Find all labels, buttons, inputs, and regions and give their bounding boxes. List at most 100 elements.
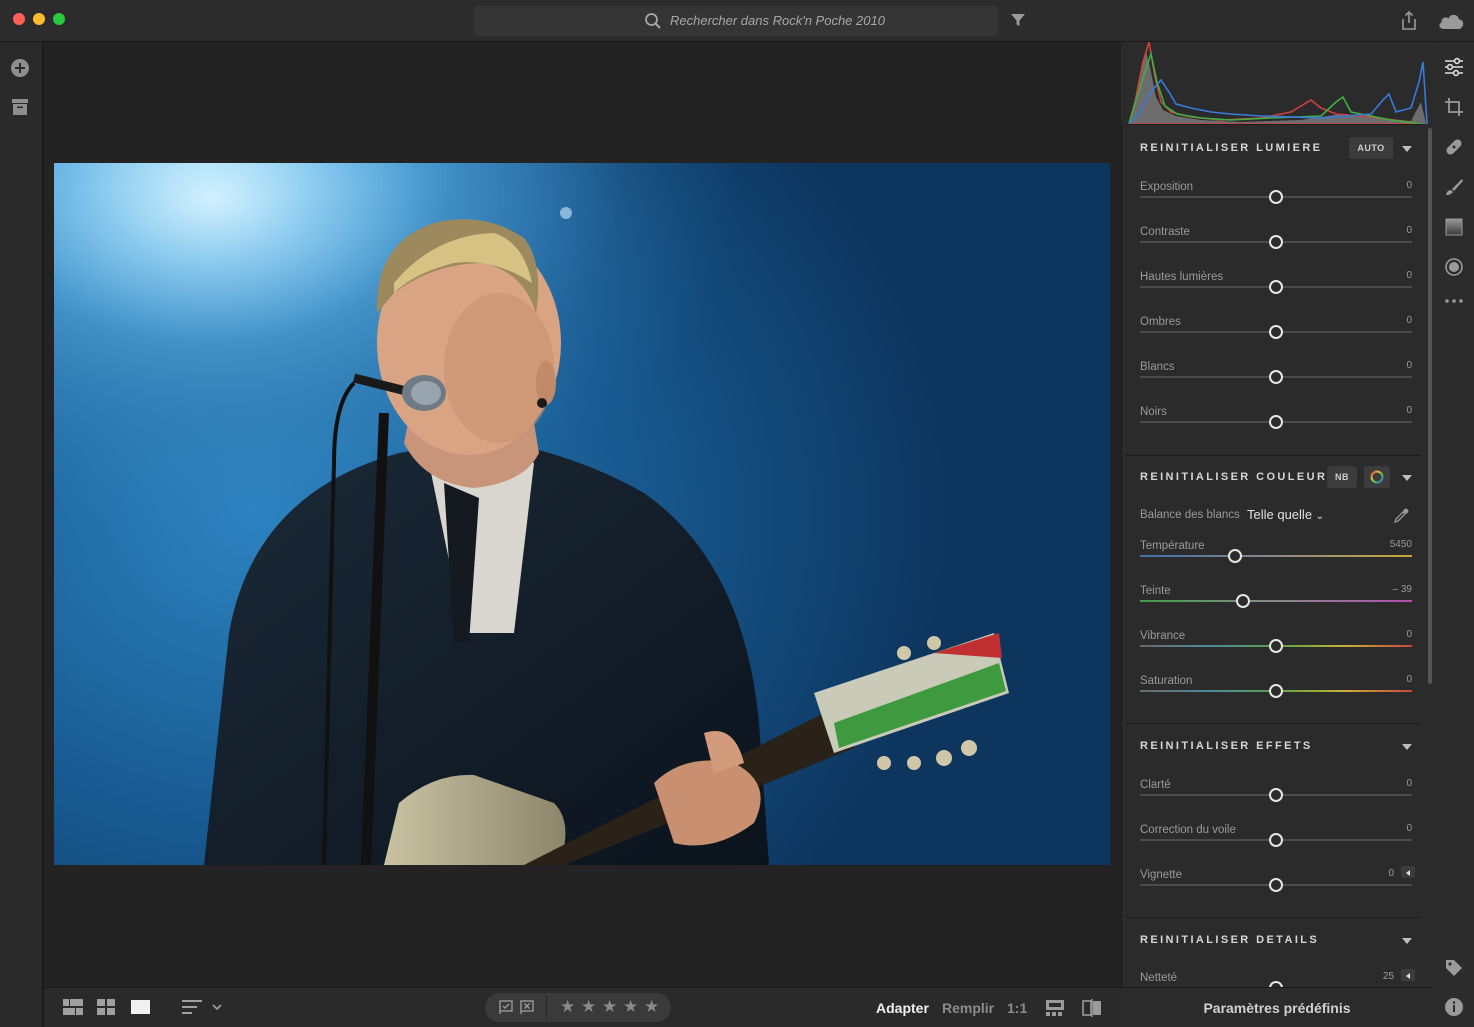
chevron-down-icon: ⌄ bbox=[1315, 511, 1325, 522]
blancs-slider-handle[interactable] bbox=[1269, 370, 1283, 384]
ombres-slider-handle[interactable] bbox=[1269, 325, 1283, 339]
section-divider bbox=[1125, 124, 1421, 125]
section-divider bbox=[1125, 917, 1421, 918]
eyedropper-icon[interactable] bbox=[1393, 507, 1410, 524]
contraste-label: Contraste bbox=[1140, 226, 1190, 238]
saturation-label: Saturation bbox=[1140, 675, 1193, 687]
cloud-icon[interactable] bbox=[1437, 12, 1465, 30]
share-icon[interactable] bbox=[1400, 11, 1418, 31]
color-collapse-icon[interactable] bbox=[1401, 474, 1413, 482]
flag-pick-icon[interactable] bbox=[499, 1000, 513, 1014]
square-grid-view-icon[interactable] bbox=[97, 999, 115, 1015]
window-minimize-button[interactable] bbox=[33, 13, 45, 25]
clarte-label: Clarté bbox=[1140, 779, 1171, 791]
ombres-value[interactable]: 0 bbox=[1406, 315, 1412, 326]
saturation-value[interactable]: 0 bbox=[1406, 674, 1412, 685]
library-icon[interactable] bbox=[11, 98, 29, 116]
brush-icon[interactable] bbox=[1444, 177, 1464, 197]
hautes-lumieres-slider-handle[interactable] bbox=[1269, 280, 1283, 294]
clarte-slider-handle[interactable] bbox=[1269, 788, 1283, 802]
teinte-label: Teinte bbox=[1140, 585, 1171, 597]
panel-scrollbar[interactable] bbox=[1428, 128, 1432, 684]
bw-button[interactable]: NB bbox=[1327, 466, 1357, 488]
clarte-value[interactable]: 0 bbox=[1406, 778, 1412, 789]
detail-view-icon[interactable] bbox=[131, 999, 150, 1015]
blancs-value[interactable]: 0 bbox=[1406, 360, 1412, 371]
correction-du-voile-label: Correction du voile bbox=[1140, 824, 1236, 836]
compare-view-icon[interactable] bbox=[1082, 999, 1102, 1017]
effects-section-title[interactable]: REINITIALISER EFFETS bbox=[1140, 740, 1313, 752]
hautes-lumieres-label: Hautes lumières bbox=[1140, 271, 1224, 283]
teinte-slider-track[interactable] bbox=[1140, 600, 1412, 602]
noirs-value[interactable]: 0 bbox=[1406, 405, 1412, 416]
crop-icon[interactable] bbox=[1444, 97, 1464, 117]
contraste-slider-handle[interactable] bbox=[1269, 235, 1283, 249]
noirs-label: Noirs bbox=[1140, 406, 1167, 418]
add-photos-icon[interactable] bbox=[10, 58, 30, 78]
details-section-title[interactable]: REINITIALISER DETAILS bbox=[1140, 934, 1319, 946]
correction-du-voile-slider-handle[interactable] bbox=[1269, 833, 1283, 847]
temperature-value[interactable]: 5450 bbox=[1390, 539, 1412, 550]
nettete-expand-icon[interactable] bbox=[1401, 969, 1415, 981]
zoom-1to1-button[interactable]: 1:1 bbox=[1007, 1000, 1027, 1016]
bottom-toolbar: ★ ★ ★ ★ ★ Adapter Remplir 1:1 bbox=[44, 987, 1121, 1027]
effects-collapse-icon[interactable] bbox=[1401, 743, 1413, 751]
white-balance-select[interactable]: Telle quelle ⌄ bbox=[1247, 507, 1324, 522]
correction-du-voile-value[interactable]: 0 bbox=[1406, 823, 1412, 834]
window-close-button[interactable] bbox=[13, 13, 25, 25]
star-3-icon[interactable]: ★ bbox=[602, 997, 617, 1017]
saturation-slider-handle[interactable] bbox=[1269, 684, 1283, 698]
vignette-expand-icon[interactable] bbox=[1401, 866, 1415, 878]
main-photo[interactable] bbox=[54, 163, 1110, 865]
exposition-value[interactable]: 0 bbox=[1406, 180, 1412, 191]
radial-gradient-icon[interactable] bbox=[1444, 257, 1464, 277]
light-collapse-icon[interactable] bbox=[1401, 145, 1413, 153]
star-5-icon[interactable]: ★ bbox=[644, 997, 659, 1017]
contraste-value[interactable]: 0 bbox=[1406, 225, 1412, 236]
color-mixer-button[interactable] bbox=[1364, 466, 1390, 488]
zoom-fill-button[interactable]: Remplir bbox=[942, 1000, 994, 1016]
filmstrip-icon[interactable] bbox=[1045, 999, 1065, 1017]
temperature-slider-track[interactable] bbox=[1140, 555, 1412, 557]
star-4-icon[interactable]: ★ bbox=[623, 997, 638, 1017]
auto-button[interactable]: AUTO bbox=[1349, 137, 1393, 159]
photo-illustration bbox=[54, 163, 1110, 865]
more-options-icon[interactable] bbox=[1444, 291, 1464, 311]
info-icon[interactable] bbox=[1444, 997, 1464, 1017]
zoom-fit-button[interactable]: Adapter bbox=[876, 1000, 929, 1016]
white-balance-value: Telle quelle bbox=[1247, 507, 1313, 522]
teinte-value[interactable]: – 39 bbox=[1393, 584, 1412, 595]
tag-icon[interactable] bbox=[1444, 958, 1464, 978]
edit-sliders-icon[interactable] bbox=[1444, 57, 1464, 77]
color-section-title[interactable]: REINITIALISER COULEUR bbox=[1140, 471, 1327, 483]
light-section-title[interactable]: REINITIALISER LUMIERE bbox=[1140, 142, 1322, 154]
details-collapse-icon[interactable] bbox=[1401, 937, 1413, 945]
linear-gradient-icon[interactable] bbox=[1444, 217, 1464, 237]
nettete-label: Netteté bbox=[1140, 972, 1178, 984]
presets-button[interactable]: Paramètres prédéfinis bbox=[1121, 1000, 1433, 1016]
vibrance-slider-handle[interactable] bbox=[1269, 639, 1283, 653]
star-1-icon[interactable]: ★ bbox=[560, 997, 575, 1017]
search-field[interactable]: Rechercher dans Rock'n Poche 2010 bbox=[474, 6, 998, 36]
photo-grid-view-icon[interactable] bbox=[63, 999, 83, 1015]
sort-icon[interactable] bbox=[182, 999, 202, 1015]
hautes-lumieres-value[interactable]: 0 bbox=[1406, 270, 1412, 281]
section-divider bbox=[1125, 455, 1421, 456]
histogram bbox=[1121, 42, 1431, 124]
vignette-value[interactable]: 0 bbox=[1388, 868, 1394, 879]
noirs-slider-handle[interactable] bbox=[1269, 415, 1283, 429]
filter-icon[interactable] bbox=[1010, 12, 1026, 28]
flag-reject-icon[interactable] bbox=[520, 1000, 534, 1014]
star-2-icon[interactable]: ★ bbox=[581, 997, 596, 1017]
vignette-slider-handle[interactable] bbox=[1269, 878, 1283, 892]
window-maximize-button[interactable] bbox=[53, 13, 65, 25]
chevron-down-icon[interactable] bbox=[212, 999, 222, 1015]
nettete-value[interactable]: 25 bbox=[1383, 971, 1394, 982]
vibrance-value[interactable]: 0 bbox=[1406, 629, 1412, 640]
vignette-label: Vignette bbox=[1140, 869, 1182, 881]
exposition-slider-handle[interactable] bbox=[1269, 190, 1283, 204]
white-balance-label: Balance des blancs bbox=[1140, 509, 1240, 521]
presets-bar[interactable]: Paramètres prédéfinis bbox=[1121, 987, 1433, 1027]
rating-divider bbox=[546, 996, 547, 1019]
healing-brush-icon[interactable] bbox=[1444, 137, 1464, 157]
